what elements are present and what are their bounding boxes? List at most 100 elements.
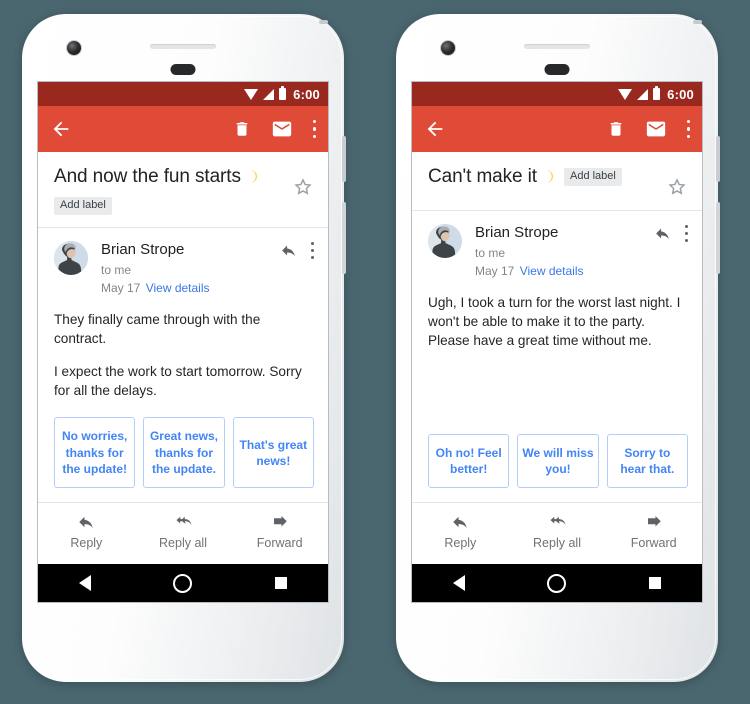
- reply-button[interactable]: Reply: [38, 513, 135, 550]
- smart-reply-chip[interactable]: We will miss you!: [517, 433, 599, 488]
- sender-name: Brian Strope: [101, 240, 185, 258]
- smart-reply-chip[interactable]: No worries, thanks for the update!: [54, 417, 136, 488]
- reply-all-label: Reply all: [159, 536, 207, 550]
- crescent-moon-icon: [542, 169, 557, 184]
- volume-rocker-button[interactable]: [716, 202, 720, 274]
- forward-label: Forward: [630, 536, 677, 550]
- phone-top-microphone: [693, 20, 702, 24]
- sender-date: May 17: [101, 280, 141, 295]
- avatar[interactable]: [54, 240, 88, 275]
- status-bar: 6:00: [412, 82, 702, 106]
- add-label-chip[interactable]: Add label: [54, 196, 112, 215]
- proximity-sensor: [170, 64, 196, 75]
- subject-area: Can't make it Add label: [412, 152, 702, 210]
- signal-icon: [637, 88, 649, 100]
- reply-icon: [76, 513, 96, 531]
- reply-button[interactable]: Reply: [412, 513, 509, 550]
- app-bar: [38, 106, 328, 152]
- smart-reply-chip[interactable]: Great news, thanks for the update.: [143, 417, 225, 488]
- message-actions: [654, 225, 690, 242]
- reply-icon[interactable]: [280, 242, 297, 259]
- reply-all-button[interactable]: Reply all: [509, 513, 606, 550]
- subject-text: And now the fun starts: [54, 166, 241, 187]
- delete-icon[interactable]: [233, 119, 251, 139]
- message-paragraph: They finally came through with the contr…: [54, 311, 261, 346]
- phone-screen-right: 6:00 Can't make it Add label Brian Strop…: [412, 82, 702, 602]
- app-bar-actions: [233, 118, 318, 140]
- power-button[interactable]: [716, 136, 720, 182]
- back-nav-icon[interactable]: [453, 575, 466, 591]
- phone-top-microphone: [319, 20, 328, 24]
- back-arrow-icon[interactable]: [50, 118, 72, 140]
- star-icon[interactable]: [666, 176, 688, 198]
- sender-name: Brian Strope: [475, 224, 559, 241]
- subject-text: Can't make it: [428, 166, 537, 187]
- reply-all-label: Reply all: [533, 536, 581, 550]
- power-button[interactable]: [342, 136, 346, 182]
- home-nav-icon[interactable]: [547, 573, 567, 593]
- home-nav-icon[interactable]: [173, 573, 193, 593]
- message-body: Ugh, I took a turn for the worst last ni…: [412, 285, 702, 428]
- app-bar: [412, 106, 702, 152]
- volume-rocker-button[interactable]: [342, 202, 346, 274]
- forward-button[interactable]: Forward: [605, 513, 702, 550]
- forward-label: Forward: [256, 536, 303, 550]
- phone-screen-left: 6:00 And now the fun starts Add label Br…: [38, 82, 328, 602]
- earpiece-speaker: [150, 44, 216, 49]
- sender-date-row: May 17 View details: [101, 281, 280, 296]
- avatar[interactable]: [428, 224, 462, 258]
- forward-button[interactable]: Forward: [231, 513, 328, 550]
- sender-row: Brian Strope to me May 17 View details: [38, 228, 328, 302]
- sender-recipients: to me: [101, 262, 132, 277]
- message-paragraph: Ugh, I took a turn for the worst last ni…: [428, 294, 681, 349]
- reply-all-icon: [173, 513, 193, 531]
- delete-icon[interactable]: [607, 119, 625, 139]
- sender-meta: Brian Strope to me May 17 View details: [475, 224, 654, 279]
- reply-all-icon: [547, 513, 567, 531]
- view-details-link[interactable]: View details: [520, 264, 584, 278]
- smart-reply-chip[interactable]: Sorry to hear that.: [606, 433, 688, 488]
- message-body: They finally came through with the contr…: [38, 302, 328, 412]
- subject-area: And now the fun starts Add label: [38, 152, 328, 227]
- battery-icon: [279, 86, 287, 100]
- overflow-menu-icon[interactable]: [313, 119, 318, 139]
- phone-device-left: 6:00 And now the fun starts Add label Br…: [22, 14, 346, 682]
- smart-reply-chip[interactable]: That's great news!: [232, 417, 314, 488]
- reply-label: Reply: [70, 536, 103, 550]
- reply-all-button[interactable]: Reply all: [135, 513, 232, 550]
- sender-row: Brian Strope to me May 17 View details: [412, 211, 702, 285]
- overflow-menu-icon[interactable]: [687, 119, 692, 139]
- subject-block: Can't make it Add label: [428, 166, 658, 188]
- status-bar-clock: 6:00: [293, 86, 320, 102]
- forward-icon: [270, 513, 290, 531]
- back-arrow-icon[interactable]: [424, 118, 446, 140]
- wifi-icon: [618, 88, 633, 100]
- subject-line: Can't make it Add label: [428, 166, 658, 188]
- crescent-moon-icon: [246, 169, 261, 184]
- message-overflow-menu-icon[interactable]: [685, 225, 690, 242]
- android-navigation-bar: [412, 564, 702, 602]
- smart-reply-row: No worries, thanks for the update! Great…: [38, 411, 328, 502]
- status-bar-icons: [244, 86, 287, 100]
- proximity-sensor: [544, 64, 570, 75]
- recents-nav-icon[interactable]: [648, 577, 661, 589]
- add-label-chip[interactable]: Add label: [563, 167, 622, 186]
- star-icon[interactable]: [292, 176, 314, 198]
- reply-label: Reply: [444, 536, 477, 550]
- sender-recipients: to me: [475, 245, 506, 260]
- message-paragraph: I expect the work to start tomorrow. Sor…: [54, 364, 302, 399]
- back-nav-icon[interactable]: [79, 575, 92, 591]
- message-overflow-menu-icon[interactable]: [311, 241, 316, 259]
- status-bar: 6:00: [38, 82, 328, 106]
- forward-icon: [644, 513, 664, 531]
- front-camera: [441, 41, 455, 55]
- sender-meta: Brian Strope to me May 17 View details: [101, 241, 280, 296]
- view-details-link[interactable]: View details: [146, 281, 210, 295]
- mark-unread-icon[interactable]: [271, 118, 293, 140]
- smart-reply-chip[interactable]: Oh no! Feel better!: [428, 433, 510, 488]
- reply-icon[interactable]: [654, 225, 671, 242]
- mark-unread-icon[interactable]: [645, 118, 667, 140]
- earpiece-speaker: [524, 44, 590, 49]
- signal-icon: [263, 88, 275, 100]
- recents-nav-icon[interactable]: [274, 577, 287, 589]
